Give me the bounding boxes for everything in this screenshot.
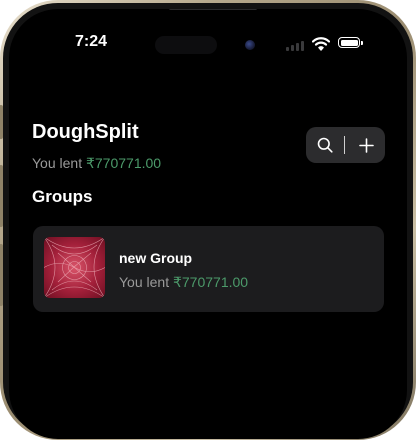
app-screen: 7:24 DoughSplit You lent ₹770771.00 Grou… — [9, 9, 407, 439]
actions-divider — [344, 136, 345, 154]
plus-icon — [358, 137, 374, 153]
group-lent-summary: You lent ₹770771.00 — [119, 274, 248, 291]
volume-down-button — [0, 244, 3, 306]
volume-up-button — [0, 165, 3, 227]
group-card[interactable]: new Group You lent ₹770771.00 — [33, 226, 384, 312]
lent-summary: You lent ₹770771.00 — [32, 155, 161, 172]
wifi-icon — [312, 37, 330, 51]
front-camera — [245, 40, 255, 50]
status-time: 7:24 — [75, 33, 108, 50]
group-image — [44, 237, 105, 298]
search-icon — [317, 137, 333, 153]
groups-section-title: Groups — [32, 187, 93, 206]
app-title: DoughSplit — [32, 121, 139, 143]
add-group-button[interactable] — [347, 127, 385, 163]
dynamic-island — [155, 36, 217, 54]
header-actions — [306, 127, 385, 163]
group-thumbnail — [44, 237, 105, 298]
status-bar: 7:24 — [9, 9, 407, 69]
group-lent-amount: ₹770771.00 — [172, 274, 249, 290]
group-lent-label: You lent — [119, 274, 173, 290]
search-button[interactable] — [306, 127, 344, 163]
cellular-signal-icon — [286, 41, 308, 51]
action-button — [0, 105, 3, 139]
group-name: new Group — [119, 250, 193, 266]
battery-icon — [338, 37, 363, 48]
lent-summary-label: You lent — [32, 155, 86, 171]
lent-summary-amount: ₹770771.00 — [85, 155, 162, 171]
